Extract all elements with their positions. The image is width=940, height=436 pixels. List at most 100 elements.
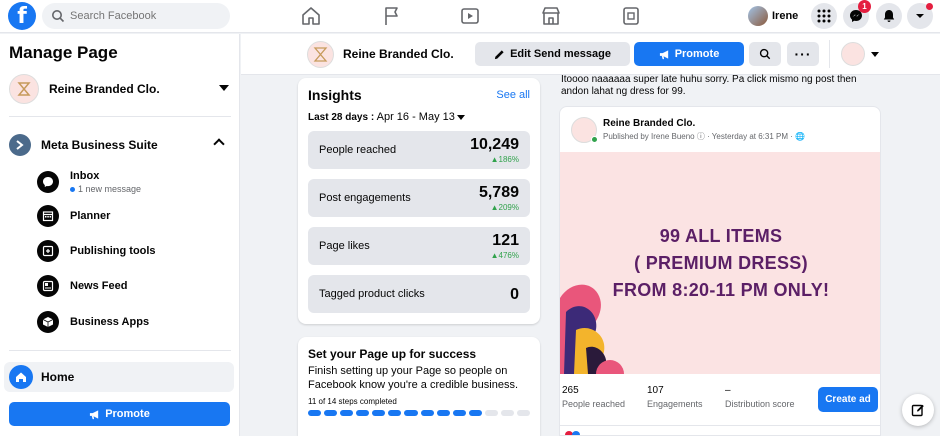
date-range-selector[interactable]: Last 28 days : Apr 16 - May 13 bbox=[308, 111, 465, 123]
divider bbox=[9, 116, 231, 117]
sidebar-item-label: Home bbox=[41, 370, 75, 384]
bell-icon bbox=[883, 10, 895, 22]
promote-button[interactable]: Promote bbox=[634, 42, 744, 66]
caret-down-icon[interactable] bbox=[871, 52, 879, 57]
grid-menu-icon bbox=[817, 9, 831, 23]
steps-completed: 11 of 14 steps completed bbox=[308, 397, 397, 406]
post-preview: Reine Branded Clo. Published by Irene Bu… bbox=[559, 106, 881, 436]
edit-send-message-button[interactable]: Edit Send message bbox=[475, 42, 630, 66]
progress-segment bbox=[436, 410, 450, 416]
search-icon bbox=[759, 48, 771, 60]
metric-label: Tagged product clicks bbox=[319, 288, 425, 300]
progress-segment bbox=[404, 410, 418, 416]
sidebar-item-home[interactable]: Home bbox=[4, 362, 234, 392]
chevron-up-icon[interactable] bbox=[213, 138, 225, 150]
hourglass-logo-icon bbox=[17, 82, 31, 96]
stat-people-reached: 265 People reached bbox=[562, 385, 625, 409]
edit-label: Edit Send message bbox=[510, 48, 611, 60]
profile-chip[interactable]: Irene bbox=[748, 4, 798, 28]
new-message-button[interactable] bbox=[902, 394, 934, 426]
progress-segment bbox=[308, 410, 322, 416]
post-author[interactable]: Reine Branded Clo. bbox=[603, 118, 695, 129]
poster-line: 99 ALL ITEMS bbox=[659, 226, 783, 246]
messenger-badge: 1 bbox=[858, 0, 871, 13]
caret-down-icon bbox=[456, 114, 465, 120]
page-name: Reine Branded Clo. bbox=[49, 82, 160, 96]
acting-as-avatar[interactable] bbox=[841, 42, 865, 66]
page-name[interactable]: Reine Branded Clo. bbox=[343, 47, 454, 61]
avatar bbox=[748, 6, 768, 26]
metric-value: 10,249 bbox=[470, 136, 519, 153]
post-image[interactable]: 99 ALL ITEMS ( PREMIUM DRESS) FROM 8:20-… bbox=[560, 152, 880, 374]
progress-segment bbox=[452, 410, 466, 416]
pencil-icon bbox=[494, 49, 504, 59]
user-name: Irene bbox=[772, 10, 799, 22]
sidebar-item-label: Inbox bbox=[70, 170, 100, 182]
search-input[interactable] bbox=[70, 7, 220, 25]
sidebar-item-news-feed[interactable]: News Feed bbox=[37, 273, 231, 299]
progress-segment bbox=[340, 410, 354, 416]
page-switcher[interactable]: Reine Branded Clo. bbox=[9, 73, 231, 105]
progress-segment bbox=[388, 410, 402, 416]
account-alert-dot bbox=[926, 3, 933, 10]
stat-label: People reached bbox=[562, 399, 626, 409]
top-navigation-bar: f Irene 1 bbox=[0, 0, 940, 33]
metric-post-engagements[interactable]: Post engagements 5,789 ▲209% bbox=[308, 179, 530, 217]
more-options-button[interactable]: ··· bbox=[787, 42, 819, 66]
watch-icon[interactable] bbox=[458, 4, 482, 28]
sidebar-item-business-apps[interactable]: Business Apps bbox=[37, 309, 231, 335]
notifications-button[interactable] bbox=[876, 3, 902, 29]
online-status-dot bbox=[591, 136, 598, 143]
facebook-logo[interactable]: f bbox=[8, 2, 36, 30]
post-meta: Published by Irene Bueno ⓘ · Yesterday a… bbox=[603, 132, 806, 141]
sidebar-item-inbox[interactable]: Inbox 1 new message bbox=[37, 169, 231, 195]
progress-segment bbox=[500, 410, 515, 416]
gaming-icon[interactable] bbox=[619, 4, 643, 28]
metric-tagged-product-clicks[interactable]: Tagged product clicks 0 bbox=[308, 275, 530, 313]
stat-label: Engagements bbox=[647, 399, 703, 409]
progress-segment bbox=[517, 410, 531, 416]
progress-segment bbox=[356, 410, 370, 416]
left-sidebar: Manage Page Reine Branded Clo. Meta Busi… bbox=[0, 34, 240, 436]
metric-value: 5,789 bbox=[478, 184, 519, 201]
post-card: Reine Branded Clo. Published by Irene Bu… bbox=[551, 106, 881, 436]
compose-icon bbox=[911, 404, 924, 417]
search-box[interactable] bbox=[42, 3, 230, 29]
metric-change: ▲209% bbox=[490, 203, 519, 212]
promote-label: Promote bbox=[674, 48, 720, 60]
page-logo bbox=[9, 74, 39, 104]
metric-change: ▲476% bbox=[490, 251, 519, 260]
page-search-button[interactable] bbox=[749, 42, 781, 66]
home-icon[interactable] bbox=[299, 4, 323, 28]
inbox-icon bbox=[37, 171, 59, 193]
meta-business-suite-header[interactable]: Meta Business Suite bbox=[9, 133, 231, 157]
page-logo[interactable] bbox=[307, 41, 334, 68]
metric-people-reached[interactable]: People reached 10,249 ▲186% bbox=[308, 131, 530, 169]
setup-progress-bar bbox=[308, 410, 531, 416]
create-ad-button[interactable]: Create ad bbox=[818, 387, 878, 412]
progress-segment bbox=[468, 410, 482, 416]
chevron-down-icon bbox=[916, 14, 924, 18]
insights-title: Insights bbox=[308, 87, 362, 103]
stat-value: 265 bbox=[562, 385, 579, 396]
flag-icon[interactable] bbox=[380, 4, 404, 28]
see-all-link[interactable]: See all bbox=[496, 89, 530, 101]
section-label: Meta Business Suite bbox=[41, 138, 158, 152]
stat-engagements: 107 Engagements bbox=[647, 385, 703, 409]
sidebar-item-label: Publishing tools bbox=[70, 245, 156, 257]
marketplace-icon[interactable] bbox=[539, 4, 563, 28]
sidebar-item-publishing-tools[interactable]: Publishing tools bbox=[37, 238, 231, 264]
stat-value: – bbox=[725, 385, 731, 396]
news-feed-icon bbox=[37, 275, 59, 297]
setup-card[interactable]: Set your Page up for success Finish sett… bbox=[298, 337, 540, 436]
hourglass-logo-icon bbox=[313, 47, 328, 62]
sidebar-promote-button[interactable]: Promote bbox=[9, 402, 230, 426]
caret-down-icon[interactable] bbox=[219, 85, 229, 91]
metric-page-likes[interactable]: Page likes 121 ▲476% bbox=[308, 227, 530, 265]
metric-value: 0 bbox=[510, 286, 519, 303]
sidebar-item-planner[interactable]: Planner bbox=[37, 203, 231, 229]
menu-button[interactable] bbox=[811, 3, 837, 29]
promote-label: Promote bbox=[105, 408, 150, 420]
post-caption: Itoooo naaaaaa super late huhu sorry. Pa… bbox=[561, 74, 857, 97]
reactions-row bbox=[560, 425, 880, 435]
